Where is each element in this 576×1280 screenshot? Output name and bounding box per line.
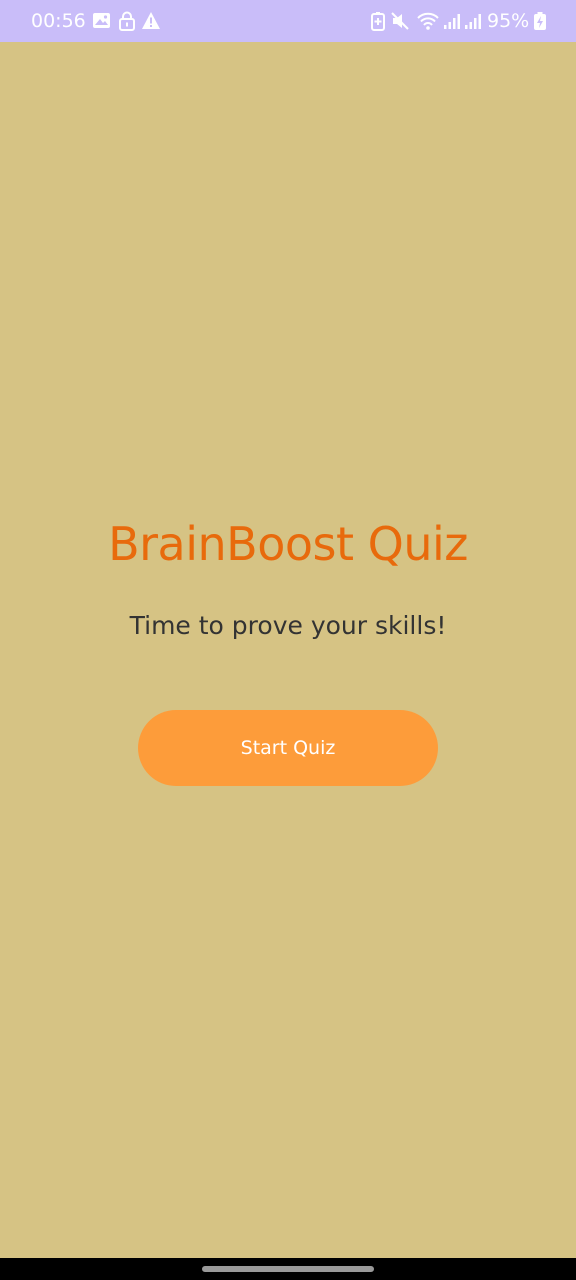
start-quiz-button[interactable]: Start Quiz: [138, 710, 438, 786]
wifi-icon: [417, 12, 439, 30]
app-screen: 00:56 95% BrainBoost Quiz Time to prove …: [0, 0, 576, 1280]
charging-icon: [534, 12, 546, 30]
home-gesture-handle[interactable]: [202, 1266, 374, 1272]
navigation-bar: [0, 1258, 576, 1280]
app-title: BrainBoost Quiz: [108, 517, 468, 571]
image-icon: [93, 13, 110, 28]
status-time: 00:56: [31, 10, 86, 32]
battery-saver-icon: [371, 12, 385, 31]
mute-icon: [391, 12, 409, 30]
battery-percentage: 95%: [487, 10, 530, 32]
subtitle-text: Time to prove your skills!: [129, 611, 447, 640]
lock-icon: [119, 11, 135, 31]
status-bar: 00:56 95%: [0, 0, 576, 42]
signal-icon: [444, 14, 460, 29]
warning-icon: [142, 12, 160, 29]
signal-icon: [465, 14, 481, 29]
